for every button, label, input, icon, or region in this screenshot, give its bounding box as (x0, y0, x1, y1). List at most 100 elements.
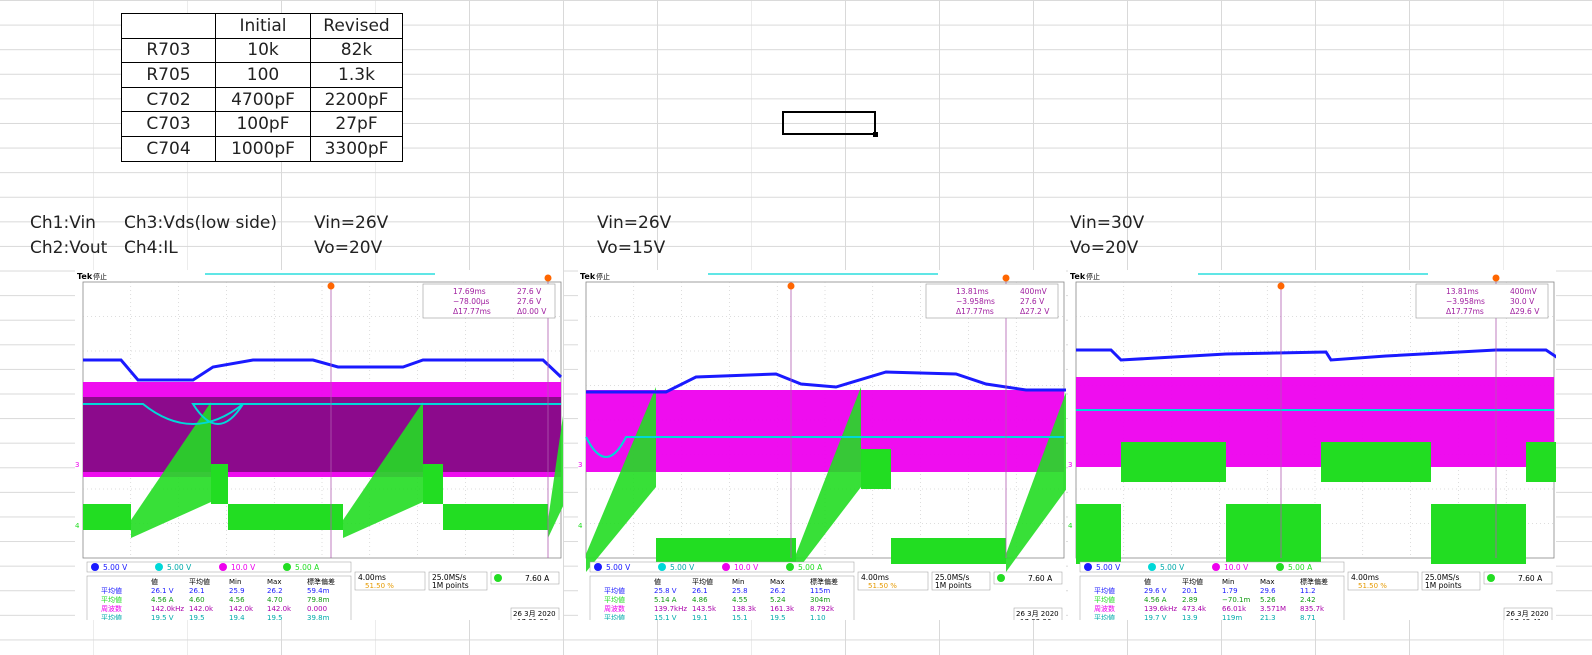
fill-handle[interactable] (873, 132, 878, 137)
measurement-cell: 0.000 (307, 605, 327, 613)
measurement-cell: 5.14 A (654, 596, 677, 604)
measurement-cell: 5.24 (770, 596, 786, 604)
capture-time: 17:32:26 (1020, 618, 1052, 620)
measurement-cell: 1.10 (810, 614, 826, 620)
channel-3-badge (722, 563, 730, 571)
measurement-header: 平均値 (189, 577, 210, 586)
label-ch2: Ch2:Vout (30, 238, 108, 258)
table-header-cell[interactable]: Initial (215, 13, 311, 39)
label-scope1-vin: Vin=26V (314, 213, 389, 233)
channel-1-badge (1084, 563, 1092, 571)
table-cell[interactable]: C703 (121, 111, 216, 137)
measurement-cell: 19.5 (770, 614, 786, 620)
measurement-cell: 15.1 (732, 614, 748, 620)
ch4-ground-marker: 4 (1068, 522, 1073, 530)
capture-time: 17:31:29 (517, 618, 548, 620)
delta-time: Δ17.77ms (1446, 307, 1484, 316)
measurement-cell: 142.0kHz (151, 605, 184, 613)
channel-2-scale: 5.00 V (167, 563, 192, 572)
measurement-cell: 138.3k (732, 605, 757, 613)
measurement-header: 標準偏差 (810, 577, 838, 586)
channel-2-badge (1148, 563, 1156, 571)
table-cell[interactable]: 27pF (310, 111, 403, 137)
table-cell[interactable]: 4700pF (215, 86, 311, 113)
measurement-header: 値 (151, 577, 158, 586)
trigger-level: 7.60 A (1518, 574, 1543, 583)
table-cell[interactable]: 10k (215, 37, 311, 64)
table-cell[interactable]: 100 (215, 62, 311, 88)
table-cell[interactable]: C702 (121, 86, 216, 113)
channel-3-badge (219, 563, 227, 571)
measurement-cell: 19.1 (692, 614, 708, 620)
measurement-cell: 平均値 (101, 613, 122, 620)
ch3-trace-dense (83, 397, 561, 472)
measurement-cell: 26.2 (267, 587, 283, 595)
label-ch1: Ch1:Vin (30, 213, 96, 233)
cursor-b-value: 27.6 V (517, 297, 542, 306)
ch4-trace-segment (891, 538, 1006, 564)
trigger-level: 7.60 A (525, 574, 550, 583)
measurement-cell: 4.70 (267, 596, 283, 604)
measurement-cell: 29.6 (1260, 587, 1276, 595)
channel-4-badge (786, 563, 794, 571)
measurement-cell: 4.56 A (151, 596, 174, 604)
table-header-row: Initial Revised (121, 13, 403, 39)
table-cell[interactable]: 100pF (215, 111, 311, 137)
cursor-b-marker (1277, 282, 1285, 290)
measurement-cell: 21.3 (1260, 614, 1276, 620)
ch4-trace-segment (443, 504, 548, 530)
measurement-cell: 周波数 (101, 604, 122, 613)
ch3-ground-marker: 3 (578, 461, 582, 469)
label-ch3: Ch3:Vds(low side) (124, 213, 277, 233)
table-cell[interactable]: C704 (121, 135, 216, 162)
measurement-cell: 26.1 V (151, 587, 174, 595)
delta-time: Δ17.77ms (453, 307, 491, 316)
channel-2-badge (155, 563, 163, 571)
measurement-header: 標準偏差 (307, 577, 335, 586)
ch4-trace-segment (1526, 442, 1556, 482)
table-cell[interactable]: 82k (310, 37, 403, 64)
measurement-cell: 19.7 V (1144, 614, 1167, 620)
table-cell[interactable]: 1.3k (310, 62, 403, 88)
measurement-cell: 25.9 (229, 587, 245, 595)
measurement-cell: 142.0k (189, 605, 214, 613)
oscilloscope-screenshot-2: Tek 停止 3 4 13.81ms 400mV −3.958ms 27.6 V Δ17.77m… (578, 270, 1066, 620)
channel-4-scale: 5.00 A (295, 563, 320, 572)
channel-1-scale: 5.00 V (103, 563, 128, 572)
measurement-cell: 142.0k (267, 605, 292, 613)
table-row: C703 100pF 27pF (121, 111, 403, 137)
scope-status: 停止 (93, 272, 107, 281)
oscilloscope-screenshot-1: Tek 停止 3 4 17.69ms 27.6 V −78.00μs 27.6 V Δ17.77… (75, 270, 563, 620)
label-scope3-vin: Vin=30V (1070, 213, 1145, 233)
measurement-cell: 142.0k (229, 605, 254, 613)
measurement-cell: 4.56 (229, 596, 245, 604)
table-cell[interactable]: R705 (121, 62, 216, 88)
scope-brand: Tek (580, 272, 596, 281)
table-cell[interactable]: 2200pF (310, 86, 403, 113)
measurement-header: Max (1260, 578, 1274, 586)
measurement-cell: 平均値 (101, 586, 122, 595)
table-cell[interactable]: R703 (121, 37, 216, 64)
label-ch4: Ch4:IL (124, 238, 178, 258)
trigger-level: 7.60 A (1028, 574, 1053, 583)
channel-2-scale: 5.00 V (1160, 563, 1185, 572)
table-cell[interactable]: 1000pF (215, 135, 311, 162)
selected-cell[interactable] (782, 111, 878, 137)
cursor-a-value: 400mV (1020, 287, 1048, 296)
measurement-header: Min (1222, 578, 1234, 586)
ch4-trace-segment (686, 538, 796, 564)
trigger-position: 51.50 % (868, 582, 897, 590)
table-header-cell[interactable]: Revised (310, 13, 403, 39)
ch4-trace-segment (1121, 442, 1226, 482)
measurement-cell: 115m (810, 587, 830, 595)
cursor-a-time: 13.81ms (1446, 287, 1479, 296)
table-header-cell[interactable] (121, 13, 216, 39)
ch4-ground-marker: 4 (75, 522, 80, 530)
measurement-header: Max (267, 578, 281, 586)
table-cell[interactable]: 3300pF (310, 135, 403, 162)
measurement-cell: 平均値 (604, 613, 625, 620)
trigger-source-badge (997, 574, 1005, 582)
channel-3-scale: 10.0 V (231, 563, 256, 572)
ch3-ground-marker: 3 (1068, 461, 1072, 469)
timebase: 4.00ms (1351, 573, 1379, 582)
